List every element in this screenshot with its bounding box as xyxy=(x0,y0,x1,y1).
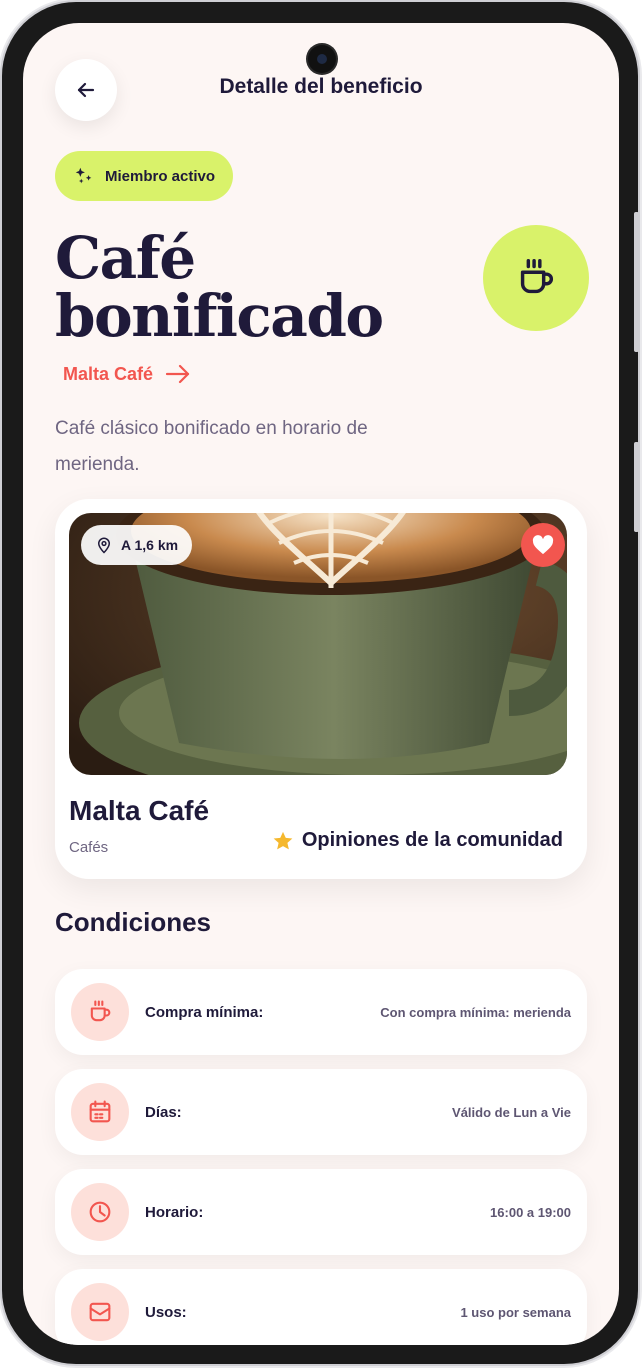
member-status-badge: Miembro activo xyxy=(55,151,234,201)
condition-row-uses: Usos: 1 uso por semana xyxy=(55,1269,587,1345)
volume-button xyxy=(634,212,639,352)
condition-row-minimum-purchase: Compra mínima: Con compra mínima: merien… xyxy=(55,969,587,1055)
community-reviews-label: Opiniones de la comunidad xyxy=(301,829,563,851)
condition-value: 16:00 a 19:00 xyxy=(490,1204,571,1220)
distance-chip: A 1,6 km xyxy=(81,525,193,565)
favorite-button[interactable] xyxy=(521,523,565,567)
member-status-label: Miembro activo xyxy=(105,167,216,185)
store-name: Malta Café xyxy=(69,795,210,826)
calendar-icon xyxy=(71,1083,129,1141)
front-camera xyxy=(308,45,336,73)
benefit-description: Café clásico bonificado en horario de me… xyxy=(55,418,368,475)
store-link[interactable]: Malta Café xyxy=(63,363,191,385)
arrow-right-icon xyxy=(165,364,190,384)
store-category: Cafés xyxy=(69,839,109,856)
star-icon xyxy=(273,831,293,849)
condition-label: Horario: xyxy=(145,1203,204,1221)
condition-value: 1 uso por semana xyxy=(460,1304,571,1320)
condition-value: Con compra mínima: merienda xyxy=(380,1004,571,1020)
coffee-cup-icon xyxy=(520,259,553,294)
condition-row-days: Días: Válido de Lun a Vie xyxy=(55,1069,587,1155)
community-reviews-link[interactable]: Opiniones de la comunidad xyxy=(272,829,563,852)
device-frame: Detalle del beneficio Miembro activo Caf… xyxy=(2,2,639,1364)
benefit-category-badge xyxy=(483,225,589,331)
clock-icon xyxy=(71,1183,129,1241)
app-screen: Detalle del beneficio Miembro activo Caf… xyxy=(23,23,619,1345)
store-photo: A 1,6 km xyxy=(69,513,567,775)
store-card[interactable]: A 1,6 km Malta Café Cafés Opiniones de l… xyxy=(55,499,587,879)
sparkles-icon xyxy=(75,167,92,184)
power-button xyxy=(634,442,639,532)
conditions-title: Condiciones xyxy=(55,907,212,937)
condition-label: Días: xyxy=(145,1103,182,1121)
cup-icon xyxy=(71,983,129,1041)
heart-icon xyxy=(532,535,554,555)
page-title: Detalle del beneficio xyxy=(219,75,423,98)
condition-value: Válido de Lun a Vie xyxy=(452,1104,571,1120)
condition-label: Usos: xyxy=(145,1303,187,1321)
distance-label: A 1,6 km xyxy=(121,537,179,553)
condition-label: Compra mínima: xyxy=(145,1003,264,1021)
condition-row-schedule: Horario: 16:00 a 19:00 xyxy=(55,1169,587,1255)
ticket-icon xyxy=(71,1283,129,1341)
location-pin-icon xyxy=(97,537,111,554)
store-link-label: Malta Café xyxy=(63,363,154,384)
benefit-title: Café bonificado xyxy=(55,224,384,350)
